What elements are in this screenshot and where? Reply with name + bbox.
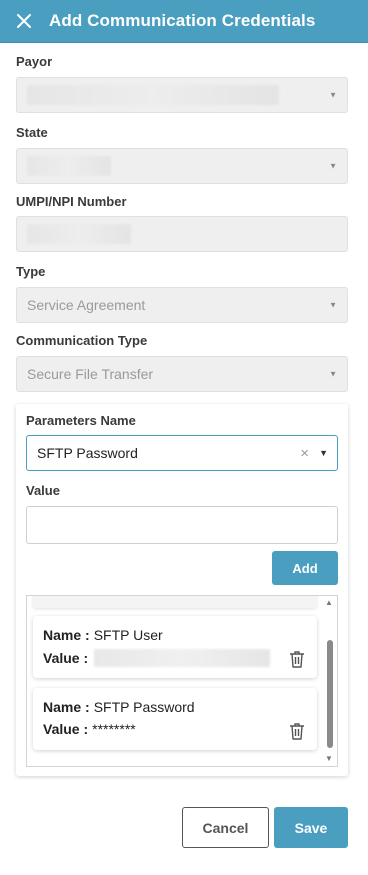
state-label: State xyxy=(16,125,48,140)
state-select[interactable]: ▼ xyxy=(16,148,348,184)
payor-select[interactable]: ▼ xyxy=(16,77,348,113)
chevron-down-icon[interactable]: ▼ xyxy=(319,448,328,458)
type-select[interactable]: Service Agreement ▼ xyxy=(16,287,348,323)
trash-icon[interactable] xyxy=(289,650,305,668)
cancel-button[interactable]: Cancel xyxy=(182,807,269,848)
list-item: Name : SFTP User Value : xyxy=(33,616,317,678)
close-icon[interactable] xyxy=(15,12,33,30)
list-scrollbar[interactable]: ▲ ▼ xyxy=(323,596,337,766)
parameters-name-select[interactable]: SFTP Password × ▼ xyxy=(26,435,338,471)
type-value: Service Agreement xyxy=(27,297,146,313)
chevron-down-icon: ▼ xyxy=(329,369,337,379)
parameters-name-label: Parameters Name xyxy=(26,413,136,428)
scrollbar-thumb[interactable] xyxy=(327,640,333,748)
item-name-key: Name : xyxy=(43,627,90,643)
chevron-down-icon: ▼ xyxy=(329,161,337,171)
item-value-key: Value : xyxy=(43,721,89,737)
item-name: SFTP User xyxy=(93,627,163,643)
payor-value-redacted xyxy=(27,85,279,105)
npi-label: UMPI/NPI Number xyxy=(16,194,127,209)
item-name: SFTP Password xyxy=(93,699,195,715)
dialog-header: Add Communication Credentials xyxy=(0,0,368,43)
parameters-list[interactable]: Name : SFTP User Value : Name : SFTP Pas… xyxy=(26,595,338,767)
dialog-title: Add Communication Credentials xyxy=(49,11,316,30)
add-parameter-button[interactable]: Add xyxy=(272,551,338,585)
list-item-partial xyxy=(33,596,317,608)
list-item: Name : SFTP Password Value : ******** xyxy=(33,688,317,750)
chevron-down-icon: ▼ xyxy=(329,300,337,310)
comm-type-select[interactable]: Secure File Transfer ▼ xyxy=(16,356,348,392)
type-label: Type xyxy=(16,264,46,279)
item-value-redacted xyxy=(94,649,271,667)
item-value-key: Value : xyxy=(43,650,89,666)
state-value-redacted xyxy=(27,156,111,176)
item-name-key: Name : xyxy=(43,699,90,715)
npi-field[interactable] xyxy=(16,216,348,252)
scroll-up-icon[interactable]: ▲ xyxy=(325,598,333,607)
item-value: ******** xyxy=(92,721,136,737)
comm-type-label: Communication Type xyxy=(16,333,148,348)
payor-label: Payor xyxy=(16,54,53,69)
npi-value-redacted xyxy=(27,224,131,244)
clear-icon[interactable]: × xyxy=(300,445,309,462)
parameters-panel: Parameters Name SFTP Password × ▼ Value … xyxy=(16,404,348,776)
trash-icon[interactable] xyxy=(289,722,305,740)
value-input[interactable] xyxy=(26,506,338,544)
chevron-down-icon: ▼ xyxy=(329,90,337,100)
parameters-name-value: SFTP Password xyxy=(37,445,138,461)
value-label: Value xyxy=(26,483,60,498)
comm-type-value: Secure File Transfer xyxy=(27,366,154,382)
save-button[interactable]: Save xyxy=(274,807,348,848)
scroll-down-icon[interactable]: ▼ xyxy=(325,754,333,763)
